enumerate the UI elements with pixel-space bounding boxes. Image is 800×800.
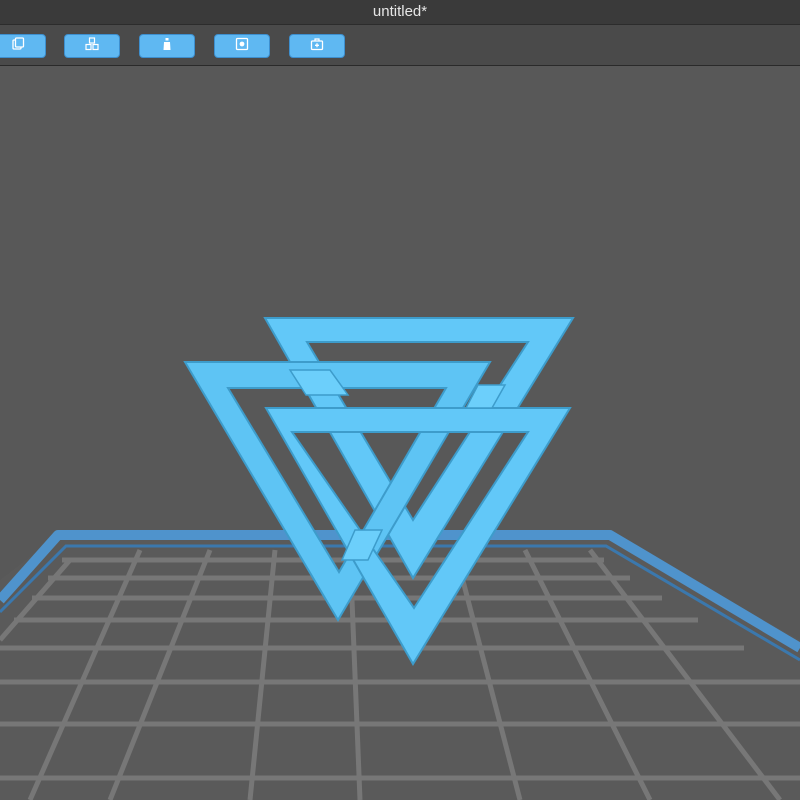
- 3d-viewport[interactable]: [0, 66, 800, 800]
- view-button[interactable]: [214, 34, 270, 58]
- support-button[interactable]: [139, 34, 195, 58]
- build-plate: [0, 530, 800, 800]
- bottle-icon: [160, 37, 174, 56]
- scene-canvas[interactable]: [0, 66, 800, 800]
- window-title: untitled*: [372, 3, 428, 20]
- toolbox-icon: [310, 37, 324, 56]
- square-dot-icon: [235, 37, 249, 56]
- copy-button[interactable]: [0, 34, 46, 58]
- arrange-button[interactable]: [64, 34, 120, 58]
- copy-icon: [11, 36, 25, 56]
- cubes-icon: [85, 36, 99, 56]
- title-bar: untitled*: [0, 0, 800, 24]
- toolbox-button[interactable]: [289, 34, 345, 58]
- toolbar: [0, 24, 800, 66]
